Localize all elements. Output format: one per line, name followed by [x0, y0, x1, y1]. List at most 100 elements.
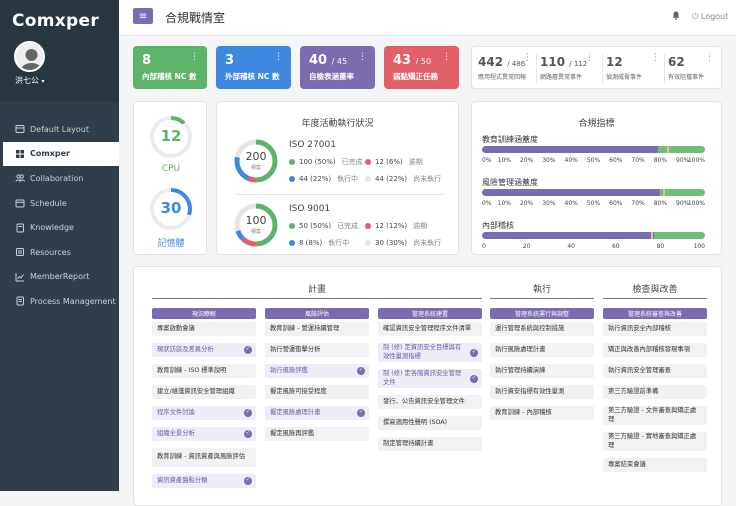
task-label: 教育訓練 - 營運持續管理	[270, 324, 340, 332]
task-item[interactable]: 制 (修) 定各階資訊安全管理文件 ✓	[378, 369, 482, 388]
task-item[interactable]: 運行管理系統與控制措施	[490, 322, 594, 336]
stage-header-button[interactable]: 現況瞭解	[152, 308, 256, 319]
task-label: 確認資訊安全管理程序文件清單	[383, 324, 472, 332]
more-vertical-icon[interactable]: ⋮	[585, 53, 594, 63]
hamburger-icon: ≡	[138, 10, 148, 22]
task-item[interactable]: 擬定風險處理計畫 ✓	[265, 406, 369, 420]
task-label: 制 (修) 定各階資訊安全管理文件	[383, 370, 462, 386]
sidebar-item-collaboration[interactable]: Collaboration	[0, 166, 119, 191]
sidebar-item-memberreport[interactable]: MemberReport	[0, 265, 119, 290]
stage-header-button[interactable]: 管理系統審查與改善	[603, 308, 707, 319]
task-label: 運行管理系統與控制措施	[495, 324, 565, 332]
stat-card[interactable]: 8 內部稽核 NC 數 ⋮	[133, 46, 207, 89]
menu-toggle-button[interactable]: ≡	[133, 8, 153, 24]
task-item[interactable]: 發行、公告資訊安全管理文件	[378, 395, 482, 409]
sidebar-item-comxper[interactable]: Comxper	[0, 141, 119, 167]
sidebar-item-schedule[interactable]: Schedule	[0, 191, 119, 216]
more-vertical-icon[interactable]: ⋮	[651, 53, 660, 63]
task-item[interactable]: 資訊資產盤點分類 ✓	[152, 474, 256, 488]
tick-label: 20%	[519, 200, 534, 207]
task-item[interactable]: 第三方驗證 - 實地審查與矯正處理	[603, 432, 707, 451]
more-vertical-icon[interactable]: ⋮	[523, 53, 532, 63]
task-item[interactable]: 執行資安指標有效性量測	[490, 385, 594, 399]
event-label: 偵測威脅事件	[606, 74, 643, 81]
phase-divider	[603, 298, 707, 299]
task-label: 第三方驗證 - 文件審查與矯正處理	[608, 407, 697, 423]
tick-label: 100	[693, 243, 705, 250]
task-label: 擬定風險處理計畫	[270, 408, 321, 416]
event-stat: 12 偵測威脅事件 ⋮	[606, 47, 666, 90]
sidebar-item-knowledge[interactable]: Knowledge	[0, 215, 119, 240]
chevron-down-icon: ▾	[41, 78, 45, 85]
sidebar-item-default-layout[interactable]: Default Layout	[0, 117, 119, 142]
bar-segment-purple	[482, 146, 659, 153]
task-item[interactable]: 矯正與改善內部稽核發現事項	[603, 343, 707, 357]
avatar[interactable]	[14, 41, 45, 72]
task-item[interactable]: 撰寫適用性聲明 (SOA)	[378, 416, 482, 430]
process-icon	[14, 296, 25, 307]
legend-dot	[365, 240, 371, 246]
task-item[interactable]: 組織全景分析 ✓	[152, 427, 256, 441]
legend-item: 30 (30%) 尚未執行	[365, 238, 441, 248]
legend-item: 12 (12%) 逾期	[365, 221, 427, 231]
task-item[interactable]: 執行營運衝擊分析	[265, 343, 369, 357]
compliance-bar-1: 風險管理涵蓋度 0% 10% 20% 30% 40% 50% 60% 70% 80% 90% 100%	[472, 177, 723, 217]
stage-header-button[interactable]: 管理系統運行與調整	[490, 308, 594, 319]
more-vertical-icon[interactable]: ⋮	[190, 52, 199, 62]
sidebar-item-process-management[interactable]: Process Management	[0, 289, 119, 314]
more-vertical-icon[interactable]: ⋮	[358, 52, 367, 62]
task-item[interactable]: 專案啟動會議	[152, 322, 256, 336]
stat-card[interactable]: 43 / 50 弱點矯正任務 ⋮	[384, 46, 459, 89]
legend-dot	[289, 223, 295, 229]
user-menu[interactable]: 洪七公 ▾	[15, 75, 45, 86]
task-item[interactable]: 教育訓練 - ISO 標準說明	[152, 364, 256, 378]
task-item[interactable]: 確認資訊安全管理程序文件清單	[378, 322, 482, 336]
more-vertical-icon[interactable]: ⋮	[705, 53, 714, 63]
task-item[interactable]: 教育訓練 - 內部稽核	[490, 406, 594, 420]
task-item[interactable]: 擬定風險再評鑑	[265, 427, 369, 441]
dashboard-icon	[14, 148, 25, 159]
page-title: 合規戰情室	[165, 11, 226, 25]
sidebar-item-label: MemberReport	[30, 272, 90, 282]
task-item[interactable]: 程序文件討論 ✓	[152, 406, 256, 420]
stat-label: 內部稽核 NC 數	[142, 72, 197, 81]
sidebar-nav: Default Layout Comxper Collaboration Schedu…	[0, 117, 119, 314]
task-item[interactable]: 擬定風險可接受程度	[265, 385, 369, 399]
tick-label: 0	[482, 243, 486, 250]
task-item[interactable]: 制定管理持續計畫	[378, 437, 482, 451]
more-vertical-icon[interactable]: ⋮	[274, 52, 283, 62]
compliance-indicator-card: 合規指標 教育訓練涵蓋度 0% 10% 20% 30% 40% 50% 60% 70% 80% 90…	[471, 101, 722, 255]
bar-title: 風險管理涵蓋度	[482, 178, 538, 187]
task-item[interactable]: 第三方驗證 - 文件審查與矯正處理	[603, 406, 707, 425]
bell-icon[interactable]	[672, 11, 680, 23]
bar-ticks: 0% 10% 20% 30% 40% 50% 60% 70% 80% 90% 100%	[482, 157, 705, 165]
divider	[664, 54, 665, 84]
task-item[interactable]: 教育訓練 - 營運持續管理	[265, 322, 369, 336]
task-item[interactable]: 執行風險評鑑 ✓	[265, 364, 369, 378]
legend-dot	[365, 223, 371, 229]
sidebar-item-resources[interactable]: Resources	[0, 240, 119, 265]
stage-header-button[interactable]: 風險評估	[265, 308, 369, 319]
task-item[interactable]: 執行資訊安全管理審查	[603, 364, 707, 378]
system-resource-card: 12 CPU 30 記憶體	[133, 101, 207, 255]
task-item[interactable]: 執行管理持續演練	[490, 364, 594, 378]
stage-header-button[interactable]: 管理系統建置	[378, 308, 482, 319]
task-item[interactable]: 制 (修) 定資訊安全目標與有效性量測指標 ✓	[378, 343, 482, 362]
task-item[interactable]: 建立/維護資訊安全管理組織	[152, 385, 256, 399]
task-item[interactable]: 教育訓練 - 資訊資產與風險評估	[152, 448, 256, 467]
logout-link[interactable]: ⏻ Logout	[692, 12, 728, 22]
task-item[interactable]: 第三方驗證前準備	[603, 385, 707, 399]
task-item[interactable]: 專案結束會議	[603, 458, 707, 472]
task-item[interactable]: 執行風險處理計畫	[490, 343, 594, 357]
compliance-bar-0: 教育訓練涵蓋度 0% 10% 20% 30% 40% 50% 60% 70% 80% 90% 100%	[472, 134, 723, 174]
phase-title: 執行	[532, 285, 551, 295]
security-events-card: 442 / 486 應用程式異常回報 ⋮ 110 / 112 網路層異常事件 ⋮ 12 偵測…	[471, 46, 722, 89]
stat-card[interactable]: 40 / 45 自檢表涵蓋率 ⋮	[300, 46, 375, 89]
stat-card[interactable]: 3 外部稽核 NC 數 ⋮	[216, 46, 291, 89]
legend-item: 12 (6%) 逾期	[365, 157, 423, 167]
task-item[interactable]: 執行資訊安全內部稽核	[603, 322, 707, 336]
more-vertical-icon[interactable]: ⋮	[442, 52, 451, 62]
sidebar-item-label: Comxper	[30, 149, 70, 159]
app-logo[interactable]: Comxper	[12, 11, 99, 31]
task-item[interactable]: 現狀訪談及差異分析 ✓	[152, 343, 256, 357]
